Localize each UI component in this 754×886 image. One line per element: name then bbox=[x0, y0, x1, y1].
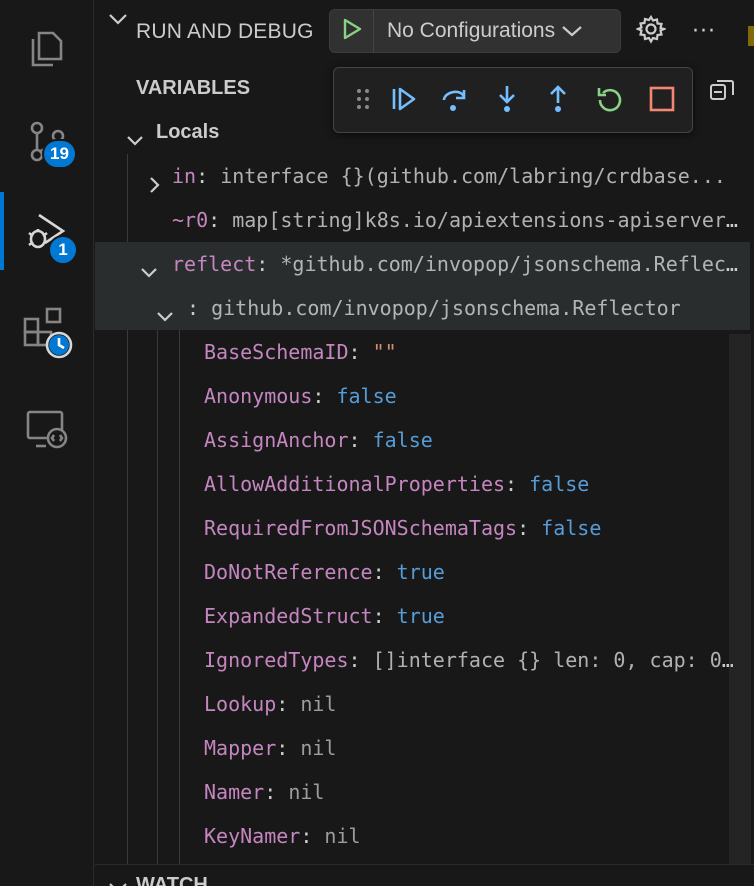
variable-row[interactable]: IgnoredTypes: []interface {} len: 0, cap… bbox=[95, 638, 750, 682]
variable-row[interactable]: DoNotReference: true bbox=[95, 550, 750, 594]
variable-row[interactable]: RequiredFromJSONSchemaTags: false bbox=[95, 506, 750, 550]
chevron-down-icon bbox=[107, 9, 129, 33]
variable-row[interactable]: AssignAnchor: false bbox=[95, 418, 750, 462]
step-into-icon bbox=[493, 84, 521, 118]
restart-icon bbox=[595, 84, 625, 118]
play-icon bbox=[341, 17, 363, 45]
step-over-button[interactable] bbox=[437, 84, 471, 118]
variables-title: VARIABLES bbox=[136, 77, 251, 99]
activity-run-debug[interactable]: 1 bbox=[0, 188, 94, 274]
chevron-right-icon bbox=[145, 166, 165, 198]
source-control-badge: 19 bbox=[42, 139, 77, 169]
explorer-icon bbox=[25, 25, 69, 69]
stop-button[interactable] bbox=[645, 84, 679, 118]
page-title: RUN AND DEBUG bbox=[136, 20, 314, 43]
step-out-button[interactable] bbox=[541, 84, 575, 118]
restart-button[interactable] bbox=[593, 84, 627, 118]
step-out-icon bbox=[544, 84, 572, 118]
variable-row[interactable]: AllowAdditionalProperties: false bbox=[95, 462, 750, 506]
variable-row[interactable]: Lookup: nil bbox=[95, 682, 750, 726]
activity-extensions[interactable] bbox=[0, 290, 94, 376]
variable-row[interactable]: ~r0: map[string]k8s.io/apiextensions-api… bbox=[95, 198, 750, 242]
run-debug-badge: 1 bbox=[48, 235, 78, 265]
variable-row[interactable]: Namer: nil bbox=[95, 770, 750, 814]
collapse-all-button[interactable] bbox=[707, 76, 737, 108]
gear-icon bbox=[635, 14, 668, 48]
variable-row[interactable]: ExpandedStruct: true bbox=[95, 594, 750, 638]
activity-source-control[interactable]: 19 bbox=[0, 98, 94, 184]
sidebar-header: RUN AND DEBUG No Configurations ··· bbox=[95, 0, 754, 64]
continue-icon bbox=[389, 85, 417, 117]
configuration-selector[interactable]: No Configurations bbox=[329, 9, 621, 53]
variable-row[interactable]: in: interface {}(github.com/labring/crdb… bbox=[95, 154, 750, 198]
toolbar-drag-handle[interactable] bbox=[348, 84, 378, 118]
more-actions-button[interactable]: ··· bbox=[687, 14, 721, 48]
gripper-icon bbox=[355, 87, 371, 115]
chevron-down-icon bbox=[107, 878, 129, 886]
step-into-button[interactable] bbox=[490, 84, 524, 118]
editor-edge-fragment bbox=[748, 26, 754, 46]
section-divider bbox=[95, 864, 754, 865]
activity-explorer[interactable] bbox=[0, 4, 94, 90]
watch-section-header[interactable]: WATCH bbox=[136, 874, 208, 886]
settings-button[interactable] bbox=[634, 14, 668, 48]
extensions-timer-icon bbox=[21, 307, 73, 359]
variable-row[interactable]: Anonymous: false bbox=[95, 374, 750, 418]
chevron-down-icon bbox=[139, 254, 159, 286]
chevron-down-icon bbox=[155, 298, 175, 330]
start-debugging-button[interactable] bbox=[330, 10, 374, 52]
variable-row[interactable]: : github.com/invopop/jsonschema.Reflecto… bbox=[95, 286, 750, 330]
more-icon: ··· bbox=[692, 18, 716, 44]
step-over-icon bbox=[439, 84, 469, 118]
debug-toolbar bbox=[333, 67, 693, 133]
variable-row[interactable]: KeyNamer: nil bbox=[95, 814, 750, 858]
remote-explorer-icon bbox=[24, 406, 70, 452]
variable-row[interactable]: Mapper: nil bbox=[95, 726, 750, 770]
variable-row[interactable]: reflect: *github.com/invopop/jsonschema.… bbox=[95, 242, 750, 286]
variables-scrollbar[interactable] bbox=[729, 334, 751, 864]
continue-button[interactable] bbox=[386, 84, 420, 118]
chevron-down-icon bbox=[561, 24, 583, 38]
stop-icon bbox=[648, 85, 676, 117]
collapse-all-icon bbox=[707, 80, 737, 108]
activity-bar: 19 1 bbox=[0, 0, 94, 886]
activity-remote-explorer[interactable] bbox=[0, 386, 94, 472]
chevron-down-icon bbox=[125, 122, 145, 154]
configuration-dropdown[interactable]: No Configurations bbox=[387, 19, 555, 43]
variable-row[interactable]: BaseSchemaID: "" bbox=[95, 330, 750, 374]
